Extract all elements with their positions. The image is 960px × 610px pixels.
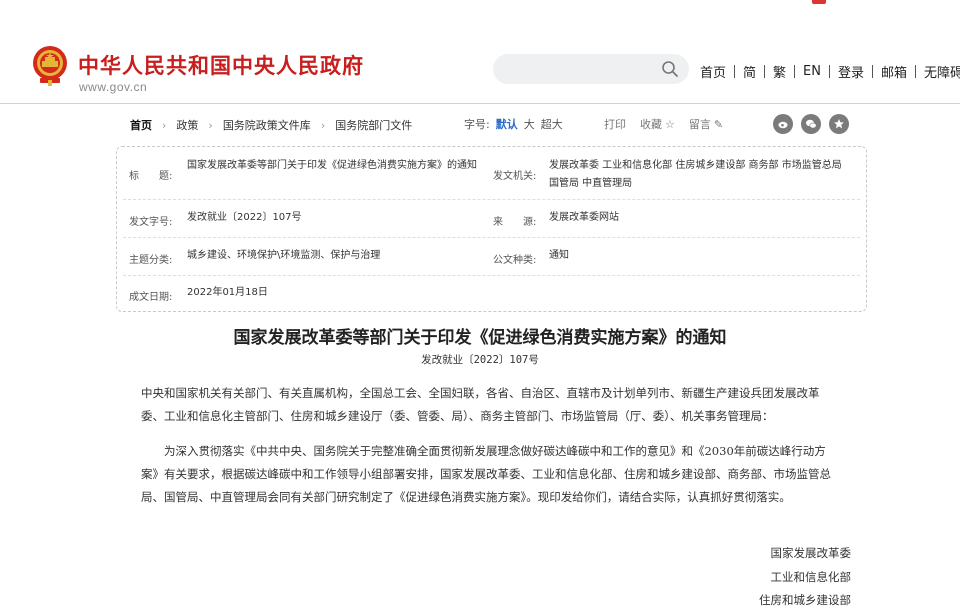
nav-divider <box>915 64 917 78</box>
breadcrumb-policy-library[interactable]: 国务院政策文件库 <box>223 117 311 133</box>
meta-source-value: 发展改革委网站 <box>549 212 619 223</box>
document-metadata-table: 标 题: 国家发展改革委等部门关于印发《促进绿色消费实施方案》的通知 发文机关:… <box>116 146 867 312</box>
signatory: 住房和城乡建设部 <box>759 593 851 607</box>
meta-date-value: 2022年01月18日 <box>187 287 268 298</box>
nav-accessibility[interactable]: 无障碍 <box>924 62 960 81</box>
meta-type-value: 通知 <box>549 250 569 261</box>
nav-divider <box>734 64 736 78</box>
meta-divider <box>123 199 860 200</box>
nav-english[interactable]: EN <box>803 64 821 79</box>
chevron-right-icon: › <box>320 118 326 132</box>
meta-date-label: 成文日期: <box>129 292 173 303</box>
signatory: 工业和信息化部 <box>770 570 852 584</box>
document-paragraph: 中央和国家机关有关部门、有关直属机构，全国总工会、全国妇联，各省、自治区、直辖市… <box>141 386 820 423</box>
star-icon[interactable] <box>829 114 849 134</box>
search-box <box>493 54 689 84</box>
meta-title-label: 标 题: <box>129 171 173 182</box>
top-strip <box>0 0 960 6</box>
meta-type-label: 公文种类: <box>493 255 537 266</box>
nav-divider <box>829 64 830 78</box>
weibo-icon[interactable] <box>773 114 793 134</box>
meta-issuer-label: 发文机关: <box>493 171 537 182</box>
meta-category-label: 主题分类: <box>129 255 173 266</box>
meta-docno-value: 发改就业〔2022〕107号 <box>187 212 302 223</box>
nav-divider <box>872 64 874 78</box>
chevron-right-icon: › <box>162 118 167 132</box>
chevron-right-icon: › <box>208 118 213 132</box>
nav-mailbox[interactable]: 邮箱 <box>881 62 907 81</box>
comment-button[interactable]: 留言 ✎ <box>689 116 723 132</box>
star-outline-icon: ☆ <box>665 117 675 131</box>
search-icon[interactable] <box>661 60 679 78</box>
nav-divider <box>764 64 766 78</box>
print-label: 打印 <box>604 118 626 131</box>
document-title: 国家发展改革委等部门关于印发《促进绿色消费实施方案》的通知 <box>233 328 727 348</box>
favorite-button[interactable]: 收藏 ☆ <box>640 116 675 132</box>
share-bar <box>773 114 849 134</box>
nav-simplified[interactable]: 简 <box>743 62 756 81</box>
nav-divider <box>794 64 796 78</box>
favorite-label: 收藏 <box>640 118 662 131</box>
document-number: 发改就业〔2022〕107号 <box>421 354 539 366</box>
meta-category-value: 城乡建设、环境保护\环境监测、保护与治理 <box>187 250 381 261</box>
browser-tab-mark <box>812 0 826 4</box>
nav-traditional[interactable]: 繁 <box>773 62 786 81</box>
meta-docno-label: 发文字号: <box>129 217 173 228</box>
font-size-default[interactable]: 默认 <box>496 116 518 132</box>
font-size-label: 字号: <box>464 118 490 131</box>
signatory: 国家发展改革委 <box>770 546 852 560</box>
page-tools: 打印 收藏 ☆ 留言 ✎ <box>604 116 723 132</box>
font-size-switcher: 字号: 默认 大 超大 <box>464 116 563 132</box>
top-nav: 首页 简 繁 EN 登录 邮箱 无障碍 <box>700 62 960 81</box>
nav-home[interactable]: 首页 <box>700 62 726 81</box>
breadcrumb-dept-docs[interactable]: 国务院部门文件 <box>335 117 412 133</box>
font-size-large[interactable]: 大 <box>524 116 535 132</box>
breadcrumb-policy[interactable]: 政策 <box>176 117 198 133</box>
document-paragraph: 为深入贯彻落实《中共中央、国务院关于完整准确全面贯彻新发展理念做好碳达峰碳中和工… <box>141 444 831 504</box>
meta-issuer-value: 发展改革委 工业和信息化部 住房城乡建设部 商务部 市场监管总局 国管局 中直管… <box>549 160 842 189</box>
comment-label: 留言 <box>688 118 711 131</box>
meta-source-label: 来 源: <box>493 217 537 228</box>
wechat-icon[interactable] <box>801 114 821 134</box>
pencil-icon: ✎ <box>713 117 724 131</box>
site-header: 中华人民共和国中央人民政府 www.gov.cn 首页 简 繁 EN 登录 邮箱… <box>0 8 960 104</box>
site-title[interactable]: 中华人民共和国中央人民政府 <box>78 50 364 80</box>
meta-divider <box>123 275 860 276</box>
site-url: www.gov.cn <box>79 80 148 94</box>
meta-divider <box>123 237 860 238</box>
nav-login[interactable]: 登录 <box>838 62 864 81</box>
meta-title-value: 国家发展改革委等部门关于印发《促进绿色消费实施方案》的通知 <box>187 160 477 171</box>
search-input[interactable] <box>493 54 653 84</box>
print-button[interactable]: 打印 <box>604 116 626 132</box>
national-emblem-icon[interactable] <box>30 44 70 86</box>
breadcrumb-home[interactable]: 首页 <box>130 117 152 133</box>
font-size-xlarge[interactable]: 超大 <box>541 116 563 132</box>
